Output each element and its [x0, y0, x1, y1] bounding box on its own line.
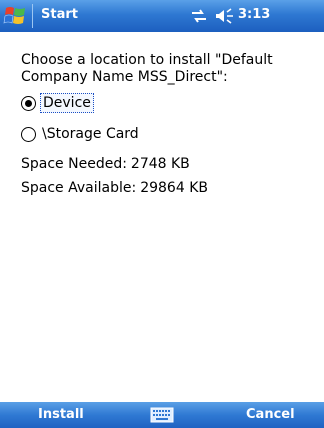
cancel-softkey[interactable]: Cancel [246, 407, 295, 422]
space-available: Space Available: 29864 KB [21, 180, 208, 196]
radio-label-device[interactable]: Device [40, 93, 94, 113]
keyboard-icon[interactable] [150, 407, 174, 423]
windows-flag-icon[interactable] [2, 2, 30, 30]
space-needed-label: Space Needed: [21, 156, 127, 172]
title-separator [32, 4, 33, 28]
speaker-icon[interactable] [215, 8, 235, 24]
radio-option-storage-card[interactable]: \Storage Card [21, 122, 141, 146]
radio-button-unchecked[interactable] [21, 126, 36, 142]
radio-label-storage-card[interactable]: \Storage Card [40, 125, 141, 143]
space-needed-value: 2748 KB [130, 156, 190, 172]
softkey-bar: Install Cancel [0, 402, 324, 428]
clock[interactable]: 3:13 [238, 7, 270, 22]
space-available-value: 29864 KB [140, 180, 208, 196]
install-location-prompt: Choose a location to install "Default Co… [21, 52, 273, 85]
start-title[interactable]: Start [41, 7, 78, 22]
title-bar: Start 3:13 [0, 0, 324, 32]
radio-option-device[interactable]: Device [21, 91, 94, 115]
connectivity-icon[interactable] [190, 8, 208, 24]
space-available-label: Space Available: [21, 180, 137, 196]
radio-button-checked[interactable] [21, 95, 36, 111]
install-softkey[interactable]: Install [38, 407, 84, 422]
space-needed: Space Needed: 2748 KB [21, 156, 190, 172]
